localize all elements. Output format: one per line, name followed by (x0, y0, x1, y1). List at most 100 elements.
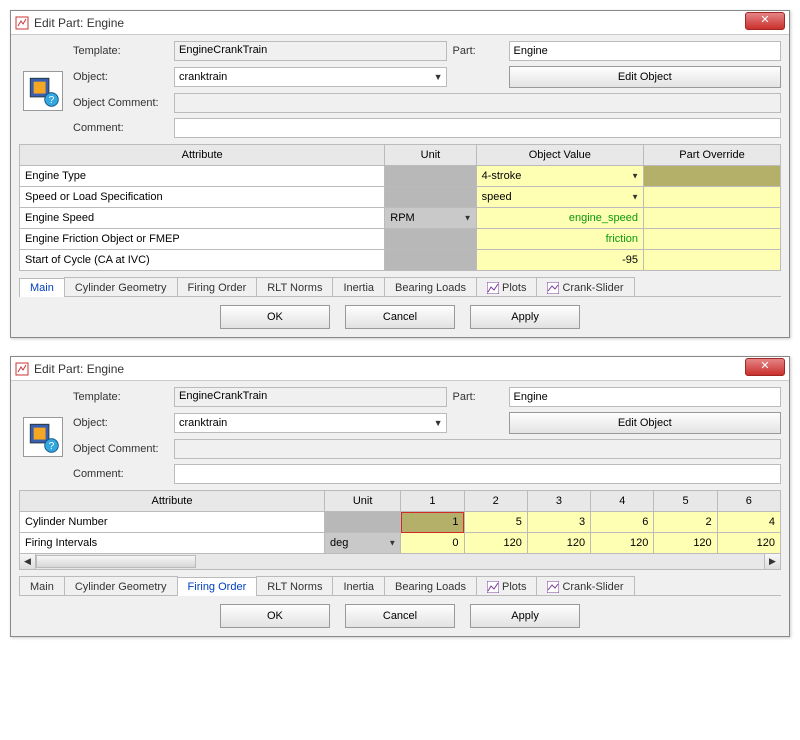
scroll-left-button[interactable]: ◀ (20, 554, 36, 569)
tab-rlt-norms[interactable]: RLT Norms (256, 277, 333, 296)
cancel-button[interactable]: Cancel (345, 604, 455, 628)
cancel-button[interactable]: Cancel (345, 305, 455, 329)
close-button[interactable]: ✕ (745, 12, 785, 30)
tab-inertia[interactable]: Inertia (332, 277, 385, 296)
titlebar[interactable]: Edit Part: Engine ✕ (11, 357, 789, 381)
value-cell[interactable]: 0 (401, 533, 464, 554)
tab-plots[interactable]: Plots (476, 576, 537, 595)
object-label: Object: (73, 71, 168, 83)
col-attribute: Attribute (20, 491, 325, 512)
value-cell[interactable]: 3 (527, 512, 590, 533)
edit-part-dialog-main: Edit Part: Engine ✕ ? Template: EngineCr… (10, 10, 790, 338)
col-1: 1 (401, 491, 464, 512)
tab-plots[interactable]: Plots (476, 277, 537, 296)
comment-label: Comment: (73, 468, 168, 480)
value-cell[interactable]: 4-stroke▼ (476, 166, 643, 187)
tab-inertia[interactable]: Inertia (332, 576, 385, 595)
col-object-value: Object Value (476, 145, 643, 166)
tab-bearing-loads[interactable]: Bearing Loads (384, 576, 477, 595)
tab-bar: Main Cylinder Geometry Firing Order RLT … (19, 576, 781, 596)
object-select[interactable]: cranktrain (174, 67, 447, 87)
table-row: Engine Friction Object or FMEP friction (20, 229, 781, 250)
attr-cell: Engine Friction Object or FMEP (20, 229, 385, 250)
value-cell[interactable]: 120 (717, 533, 780, 554)
col-part-override: Part Override (644, 145, 781, 166)
col-3: 3 (527, 491, 590, 512)
part-input[interactable] (509, 41, 782, 61)
unit-cell[interactable] (325, 512, 401, 533)
value-cell[interactable]: 5 (464, 512, 527, 533)
attr-cell: Speed or Load Specification (20, 187, 385, 208)
value-cell[interactable]: 4 (717, 512, 780, 533)
button-row: OK Cancel Apply (19, 305, 781, 329)
value-cell[interactable]: 120 (591, 533, 654, 554)
comment-input[interactable] (174, 464, 781, 484)
close-button[interactable]: ✕ (745, 358, 785, 376)
tab-bar: Main Cylinder Geometry Firing Order RLT … (19, 277, 781, 297)
crank-slider-icon (547, 282, 559, 294)
tab-crank-slider[interactable]: Crank-Slider (536, 277, 634, 296)
firing-order-grid: Attribute Unit 1 2 3 4 5 6 Cylinder Numb… (19, 490, 781, 554)
titlebar[interactable]: Edit Part: Engine ✕ (11, 11, 789, 35)
override-cell[interactable] (644, 229, 781, 250)
ok-button[interactable]: OK (220, 604, 330, 628)
value-cell[interactable]: 120 (464, 533, 527, 554)
value-cell[interactable]: 120 (654, 533, 717, 554)
value-cell[interactable]: 2 (654, 512, 717, 533)
tab-crank-slider[interactable]: Crank-Slider (536, 576, 634, 595)
tab-main[interactable]: Main (19, 576, 65, 595)
value-cell[interactable]: 6 (591, 512, 654, 533)
override-cell[interactable] (644, 250, 781, 271)
override-cell[interactable] (644, 166, 781, 187)
template-label: Template: (73, 391, 168, 403)
value-cell[interactable]: friction (476, 229, 643, 250)
object-select[interactable]: cranktrain (174, 413, 447, 433)
value-cell[interactable]: 120 (527, 533, 590, 554)
col-2: 2 (464, 491, 527, 512)
col-unit: Unit (385, 145, 476, 166)
part-help-icon[interactable]: ? (23, 71, 63, 111)
value-cell[interactable]: -95 (476, 250, 643, 271)
template-label: Template: (73, 45, 168, 57)
window-title: Edit Part: Engine (34, 16, 124, 30)
value-cell[interactable]: engine_speed (476, 208, 643, 229)
attr-cell: Engine Speed (20, 208, 385, 229)
unit-cell[interactable] (385, 250, 476, 271)
tab-firing-order[interactable]: Firing Order (177, 577, 258, 596)
scroll-thumb[interactable] (36, 555, 196, 568)
tab-bearing-loads[interactable]: Bearing Loads (384, 277, 477, 296)
value-cell[interactable]: 1 (401, 512, 464, 533)
tab-cylinder-geometry[interactable]: Cylinder Geometry (64, 576, 178, 595)
value-cell[interactable]: speed▼ (476, 187, 643, 208)
apply-button[interactable]: Apply (470, 604, 580, 628)
plots-icon (487, 282, 499, 294)
attr-cell: Firing Intervals (20, 533, 325, 554)
part-input[interactable] (509, 387, 782, 407)
edit-object-button[interactable]: Edit Object (509, 66, 782, 88)
unit-cell[interactable] (385, 229, 476, 250)
horizontal-scrollbar[interactable]: ◀ ▶ (19, 554, 781, 570)
edit-object-button[interactable]: Edit Object (509, 412, 782, 434)
table-row: Start of Cycle (CA at IVC) -95 (20, 250, 781, 271)
override-cell[interactable] (644, 208, 781, 229)
object-comment-field (174, 93, 781, 113)
col-6: 6 (717, 491, 780, 512)
unit-cell[interactable] (385, 187, 476, 208)
attribute-grid: Attribute Unit Object Value Part Overrid… (19, 144, 781, 271)
unit-cell[interactable]: RPM▼ (385, 208, 476, 229)
apply-button[interactable]: Apply (470, 305, 580, 329)
ok-button[interactable]: OK (220, 305, 330, 329)
unit-cell[interactable] (385, 166, 476, 187)
table-row: Firing Intervals deg▼ 0 120 120 120 120 … (20, 533, 781, 554)
tab-cylinder-geometry[interactable]: Cylinder Geometry (64, 277, 178, 296)
scroll-right-button[interactable]: ▶ (764, 554, 780, 569)
tab-main[interactable]: Main (19, 278, 65, 297)
unit-cell[interactable]: deg▼ (325, 533, 401, 554)
edit-part-dialog-firing-order: Edit Part: Engine ✕ ? Template: EngineCr… (10, 356, 790, 637)
part-help-icon[interactable]: ? (23, 417, 63, 457)
tab-rlt-norms[interactable]: RLT Norms (256, 576, 333, 595)
comment-input[interactable] (174, 118, 781, 138)
tab-firing-order[interactable]: Firing Order (177, 277, 258, 296)
col-attribute: Attribute (20, 145, 385, 166)
override-cell[interactable] (644, 187, 781, 208)
